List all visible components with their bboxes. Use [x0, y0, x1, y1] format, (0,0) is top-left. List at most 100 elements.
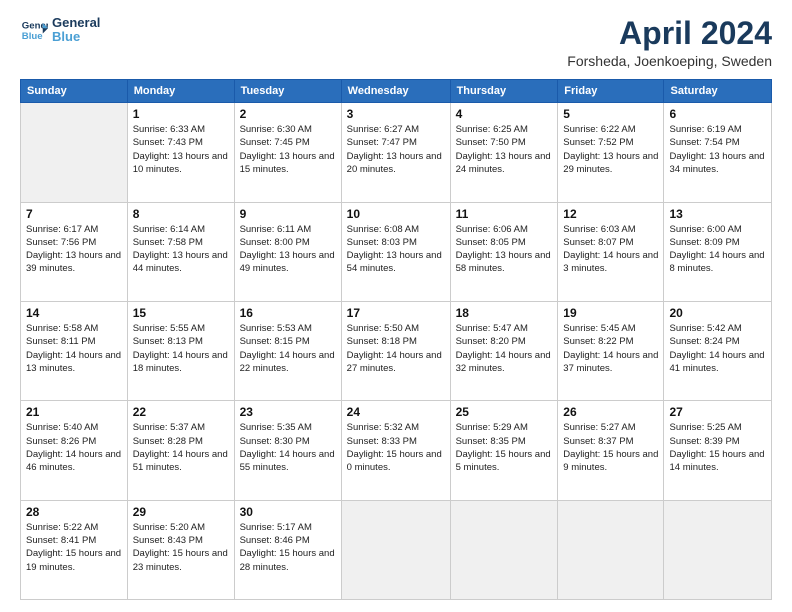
day-info: Sunrise: 5:45 AMSunset: 8:22 PMDaylight:…: [563, 322, 658, 375]
day-number: 19: [563, 306, 658, 320]
day-number: 17: [347, 306, 445, 320]
day-number: 13: [669, 207, 766, 221]
day-info: Sunrise: 5:42 AMSunset: 8:24 PMDaylight:…: [669, 322, 766, 375]
day-number: 20: [669, 306, 766, 320]
day-info: Sunrise: 5:58 AMSunset: 8:11 PMDaylight:…: [26, 322, 122, 375]
day-info: Sunrise: 6:22 AMSunset: 7:52 PMDaylight:…: [563, 123, 658, 176]
calendar-cell: 19 Sunrise: 5:45 AMSunset: 8:22 PMDayligh…: [558, 301, 664, 400]
day-info: Sunrise: 5:47 AMSunset: 8:20 PMDaylight:…: [456, 322, 553, 375]
calendar-cell: 27Sunrise: 5:25 AMSunset: 8:39 PMDayligh…: [664, 401, 772, 500]
calendar-cell: 4Sunrise: 6:25 AMSunset: 7:50 PMDaylight…: [450, 103, 558, 202]
day-number: 18: [456, 306, 553, 320]
header: General Blue General Blue April 2024 For…: [20, 16, 772, 69]
logo-blue: Blue: [52, 30, 100, 44]
day-number: 27: [669, 405, 766, 419]
calendar-cell: 10 Sunrise: 6:08 AMSunset: 8:03 PMDayligh…: [341, 202, 450, 301]
col-header-tuesday: Tuesday: [234, 80, 341, 103]
calendar-cell: 22 Sunrise: 5:37 AMSunset: 8:28 PMDayligh…: [127, 401, 234, 500]
day-info: Sunrise: 5:27 AMSunset: 8:37 PMDaylight:…: [563, 421, 658, 474]
logo-icon: General Blue: [20, 16, 48, 44]
day-info: Sunrise: 5:50 AMSunset: 8:18 PMDaylight:…: [347, 322, 445, 375]
day-info: Sunrise: 6:33 AMSunset: 7:43 PMDaylight:…: [133, 123, 229, 176]
day-number: 24: [347, 405, 445, 419]
day-info: Sunrise: 6:08 AMSunset: 8:03 PMDaylight:…: [347, 223, 445, 276]
calendar-cell: 8 Sunrise: 6:14 AMSunset: 7:58 PMDaylight…: [127, 202, 234, 301]
calendar-cell: [664, 500, 772, 599]
day-number: 16: [240, 306, 336, 320]
day-number: 12: [563, 207, 658, 221]
day-number: 1: [133, 107, 229, 121]
calendar-cell: 15Sunrise: 5:55 AMSunset: 8:13 PMDayligh…: [127, 301, 234, 400]
day-number: 11: [456, 207, 553, 221]
calendar-cell: 12 Sunrise: 6:03 AMSunset: 8:07 PMDayligh…: [558, 202, 664, 301]
calendar-cell: 26 Sunrise: 5:27 AMSunset: 8:37 PMDayligh…: [558, 401, 664, 500]
day-number: 29: [133, 505, 229, 519]
day-number: 25: [456, 405, 553, 419]
col-header-wednesday: Wednesday: [341, 80, 450, 103]
day-info: Sunrise: 6:03 AMSunset: 8:07 PMDaylight:…: [563, 223, 658, 276]
day-info: Sunrise: 5:29 AMSunset: 8:35 PMDaylight:…: [456, 421, 553, 474]
subtitle: Forsheda, Joenkoeping, Sweden: [567, 53, 772, 69]
col-header-thursday: Thursday: [450, 80, 558, 103]
day-number: 10: [347, 207, 445, 221]
day-number: 22: [133, 405, 229, 419]
calendar-table: SundayMondayTuesdayWednesdayThursdayFrid…: [20, 79, 772, 600]
calendar-cell: [450, 500, 558, 599]
svg-text:Blue: Blue: [22, 31, 43, 42]
calendar-cell: 3 Sunrise: 6:27 AMSunset: 7:47 PMDaylight…: [341, 103, 450, 202]
calendar-cell: 2Sunrise: 6:30 AMSunset: 7:45 PMDaylight…: [234, 103, 341, 202]
day-info: Sunrise: 6:25 AMSunset: 7:50 PMDaylight:…: [456, 123, 553, 176]
day-number: 21: [26, 405, 122, 419]
calendar-cell: 30Sunrise: 5:17 AMSunset: 8:46 PMDayligh…: [234, 500, 341, 599]
col-header-monday: Monday: [127, 80, 234, 103]
day-info: Sunrise: 5:35 AMSunset: 8:30 PMDaylight:…: [240, 421, 336, 474]
calendar-cell: 6Sunrise: 6:19 AMSunset: 7:54 PMDaylight…: [664, 103, 772, 202]
calendar-cell: 28 Sunrise: 5:22 AMSunset: 8:41 PMDayligh…: [21, 500, 128, 599]
calendar-cell: 23 Sunrise: 5:35 AMSunset: 8:30 PMDayligh…: [234, 401, 341, 500]
calendar-cell: 21Sunrise: 5:40 AMSunset: 8:26 PMDayligh…: [21, 401, 128, 500]
calendar-cell: 7 Sunrise: 6:17 AMSunset: 7:56 PMDaylight…: [21, 202, 128, 301]
logo-general: General: [52, 16, 100, 30]
day-info: Sunrise: 6:17 AMSunset: 7:56 PMDaylight:…: [26, 223, 122, 276]
page: General Blue General Blue April 2024 For…: [0, 0, 792, 612]
col-header-saturday: Saturday: [664, 80, 772, 103]
day-info: Sunrise: 6:00 AMSunset: 8:09 PMDaylight:…: [669, 223, 766, 276]
calendar-cell: 20 Sunrise: 5:42 AMSunset: 8:24 PMDayligh…: [664, 301, 772, 400]
day-info: Sunrise: 6:14 AMSunset: 7:58 PMDaylight:…: [133, 223, 229, 276]
day-info: Sunrise: 5:53 AMSunset: 8:15 PMDaylight:…: [240, 322, 336, 375]
col-header-friday: Friday: [558, 80, 664, 103]
day-number: 23: [240, 405, 336, 419]
calendar-cell: 29 Sunrise: 5:20 AMSunset: 8:43 PMDayligh…: [127, 500, 234, 599]
day-number: 8: [133, 207, 229, 221]
day-number: 6: [669, 107, 766, 121]
main-title: April 2024: [567, 16, 772, 51]
calendar-cell: 5 Sunrise: 6:22 AMSunset: 7:52 PMDaylight…: [558, 103, 664, 202]
day-info: Sunrise: 5:17 AMSunset: 8:46 PMDaylight:…: [240, 521, 336, 574]
calendar-cell: 14 Sunrise: 5:58 AMSunset: 8:11 PMDayligh…: [21, 301, 128, 400]
day-info: Sunrise: 5:22 AMSunset: 8:41 PMDaylight:…: [26, 521, 122, 574]
day-number: 2: [240, 107, 336, 121]
calendar-cell: 16 Sunrise: 5:53 AMSunset: 8:15 PMDayligh…: [234, 301, 341, 400]
day-info: Sunrise: 5:20 AMSunset: 8:43 PMDaylight:…: [133, 521, 229, 574]
day-number: 7: [26, 207, 122, 221]
col-header-sunday: Sunday: [21, 80, 128, 103]
title-block: April 2024 Forsheda, Joenkoeping, Sweden: [567, 16, 772, 69]
calendar-cell: 18 Sunrise: 5:47 AMSunset: 8:20 PMDayligh…: [450, 301, 558, 400]
day-number: 5: [563, 107, 658, 121]
day-info: Sunrise: 5:32 AMSunset: 8:33 PMDaylight:…: [347, 421, 445, 474]
calendar-cell: 13 Sunrise: 6:00 AMSunset: 8:09 PMDayligh…: [664, 202, 772, 301]
calendar-cell: 25 Sunrise: 5:29 AMSunset: 8:35 PMDayligh…: [450, 401, 558, 500]
day-number: 9: [240, 207, 336, 221]
calendar-cell: [21, 103, 128, 202]
calendar-cell: 1 Sunrise: 6:33 AMSunset: 7:43 PMDaylight…: [127, 103, 234, 202]
day-number: 26: [563, 405, 658, 419]
day-info: Sunrise: 5:37 AMSunset: 8:28 PMDaylight:…: [133, 421, 229, 474]
day-number: 28: [26, 505, 122, 519]
calendar-cell: 11 Sunrise: 6:06 AMSunset: 8:05 PMDayligh…: [450, 202, 558, 301]
day-number: 14: [26, 306, 122, 320]
day-number: 3: [347, 107, 445, 121]
calendar-cell: 24 Sunrise: 5:32 AMSunset: 8:33 PMDayligh…: [341, 401, 450, 500]
day-info: Sunrise: 6:06 AMSunset: 8:05 PMDaylight:…: [456, 223, 553, 276]
calendar-cell: 9Sunrise: 6:11 AMSunset: 8:00 PMDaylight…: [234, 202, 341, 301]
day-info: Sunrise: 6:27 AMSunset: 7:47 PMDaylight:…: [347, 123, 445, 176]
